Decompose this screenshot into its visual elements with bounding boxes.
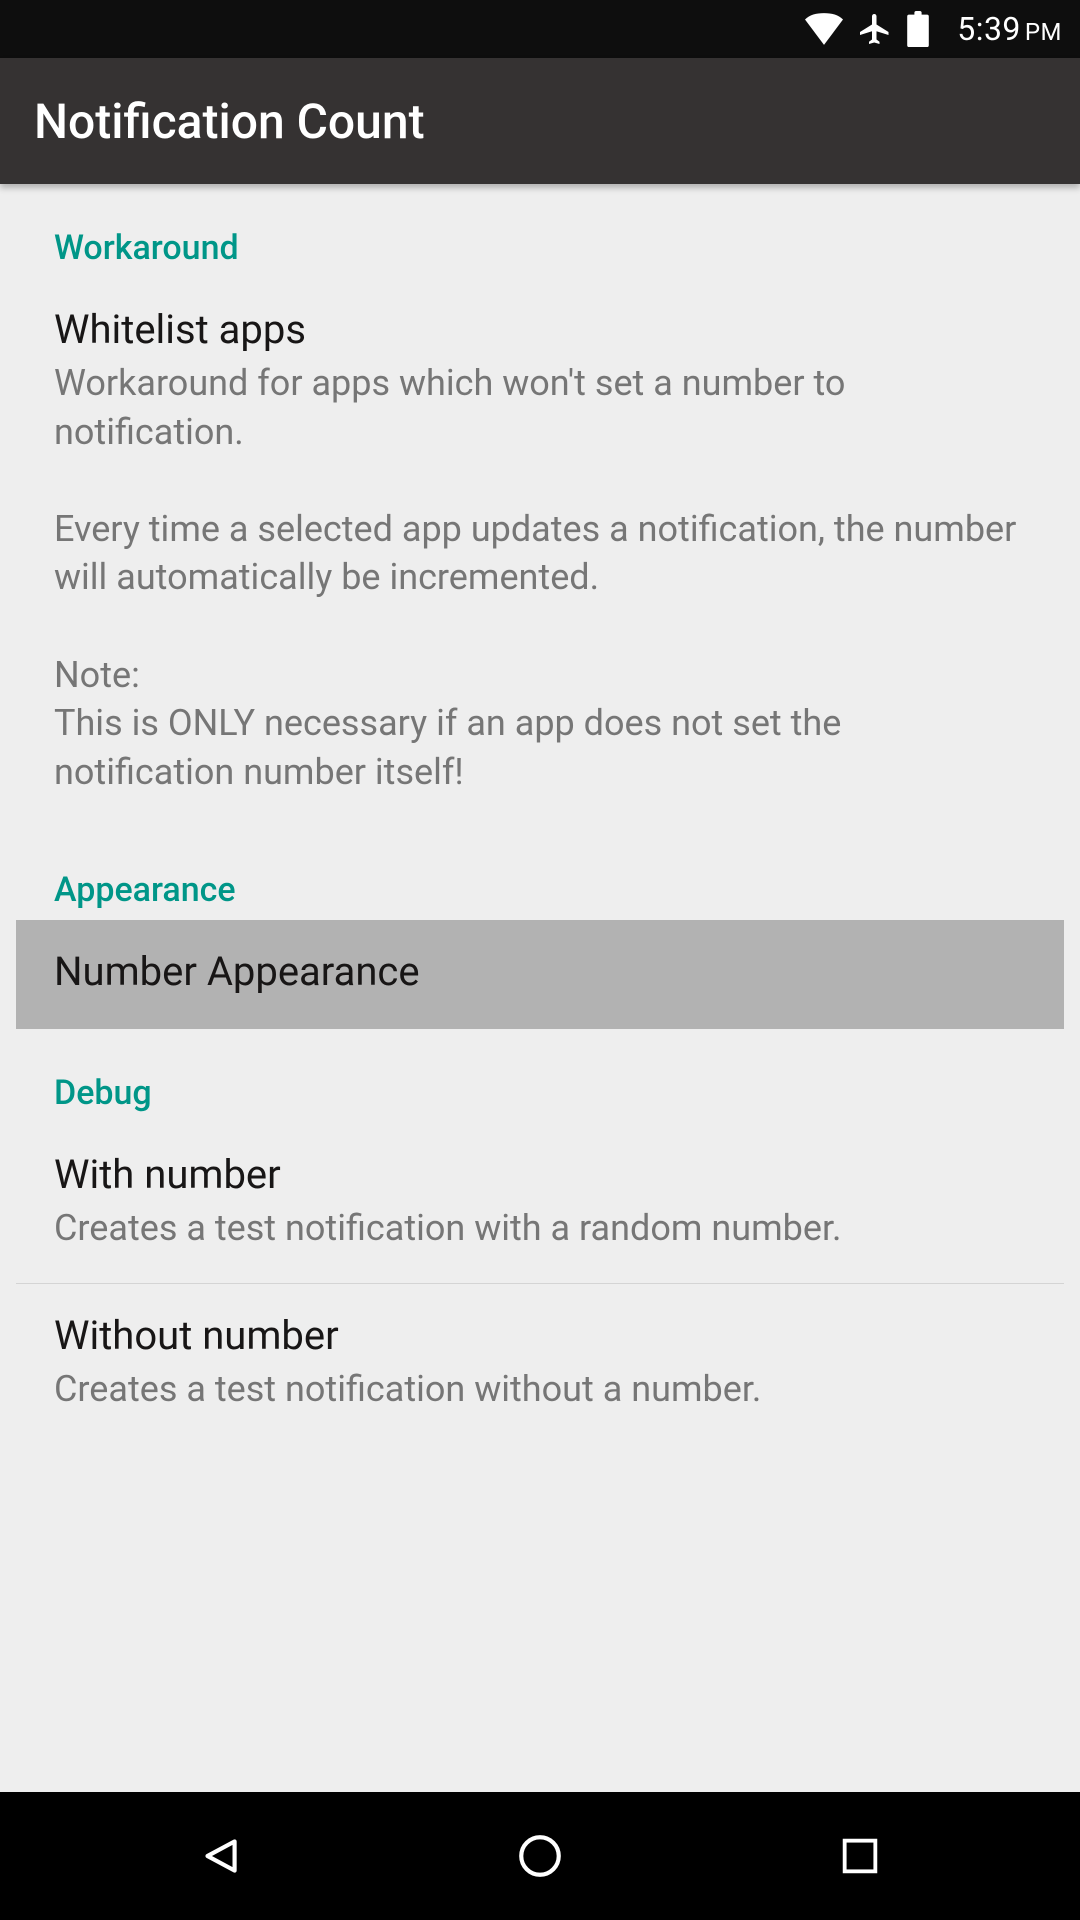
pref-whitelist-apps[interactable]: Whitelist apps Workaround for apps which… — [0, 278, 1080, 826]
status-icons: 5:39PM — [805, 10, 1062, 48]
pref-without-number[interactable]: Without number Creates a test notificati… — [0, 1284, 1080, 1444]
settings-content[interactable]: Workaround Whitelist apps Workaround for… — [0, 184, 1080, 1792]
pref-number-appearance[interactable]: Number Appearance — [16, 920, 1064, 1029]
pref-summary-whitelist: Workaround for apps which won't set a nu… — [54, 359, 1026, 796]
battery-icon — [907, 11, 929, 47]
section-header-debug: Debug — [0, 1029, 1080, 1123]
home-button[interactable] — [505, 1821, 575, 1891]
clock-time: 5:39 — [957, 10, 1021, 48]
clock-ampm: PM — [1025, 18, 1062, 46]
pref-title-without-number: Without number — [54, 1312, 1026, 1359]
pref-summary-without-number: Creates a test notification without a nu… — [54, 1365, 1026, 1414]
back-button[interactable] — [185, 1821, 255, 1891]
recent-apps-button[interactable] — [825, 1821, 895, 1891]
app-bar: Notification Count — [0, 58, 1080, 184]
section-header-appearance: Appearance — [0, 826, 1080, 920]
pref-title-whitelist: Whitelist apps — [54, 306, 1026, 353]
section-header-workaround: Workaround — [0, 184, 1080, 278]
navigation-bar — [0, 1792, 1080, 1920]
pref-title-with-number: With number — [54, 1151, 1026, 1198]
airplane-mode-icon — [857, 11, 893, 47]
wifi-icon — [805, 13, 843, 45]
clock: 5:39PM — [957, 10, 1062, 48]
pref-with-number[interactable]: With number Creates a test notification … — [0, 1123, 1080, 1283]
pref-title-number-appearance: Number Appearance — [54, 948, 1026, 995]
page-title: Notification Count — [34, 93, 425, 150]
pref-summary-with-number: Creates a test notification with a rando… — [54, 1204, 1026, 1253]
status-bar: 5:39PM — [0, 0, 1080, 58]
